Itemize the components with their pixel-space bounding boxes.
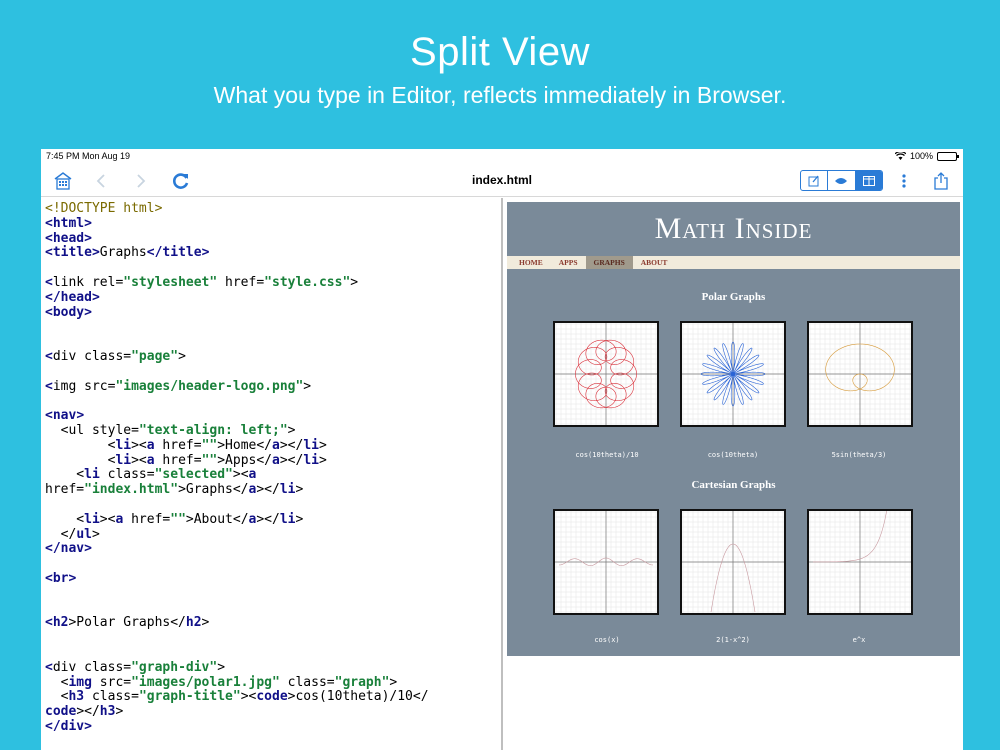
edit-icon [808, 175, 819, 186]
polar-graph-2-title: cos(10theta) [707, 451, 759, 459]
status-bar: 7:45 PM Mon Aug 19 100% [41, 149, 963, 165]
battery-icon [937, 151, 959, 161]
wifi-icon [894, 152, 906, 160]
code-line[interactable] [41, 335, 501, 350]
code-line[interactable]: </head> [41, 290, 501, 306]
code-line[interactable]: code></h3> [41, 704, 501, 720]
polar-section-title: Polar Graphs [701, 291, 766, 303]
code-line[interactable] [41, 365, 501, 380]
code-line[interactable]: <!DOCTYPE html> [41, 201, 501, 217]
code-line[interactable] [41, 587, 501, 602]
browser-preview[interactable]: Math Inside HOME APPS GRAPHS ABOUT Polar… [503, 198, 963, 750]
ipad-screen: 7:45 PM Mon Aug 19 100% index.html <!DOC… [41, 149, 963, 750]
share-icon[interactable] [929, 169, 953, 193]
code-line[interactable]: </nav> [41, 541, 501, 557]
code-line[interactable]: <div class="graph-div"> [41, 660, 501, 676]
hero-subtitle: What you type in Editor, reflects immedi… [213, 82, 787, 108]
code-line[interactable]: href="index.html">Graphs</a></li> [41, 482, 501, 498]
site-nav-apps[interactable]: APPS [551, 256, 586, 269]
site-nav-home[interactable]: HOME [511, 256, 551, 269]
polar-graph-2 [680, 321, 786, 427]
code-line[interactable]: <nav> [41, 408, 501, 424]
cartesian-graph-2-title: 2(1-x^2) [716, 636, 750, 644]
code-line[interactable] [41, 631, 501, 646]
eye-icon [835, 177, 848, 184]
code-line[interactable]: <ul style="text-align: left;"> [41, 423, 501, 439]
more-options-icon[interactable] [892, 169, 916, 193]
site-nav: HOME APPS GRAPHS ABOUT [507, 256, 960, 269]
code-line[interactable] [41, 498, 501, 513]
toolbar: index.html [41, 165, 963, 197]
status-time: 7:45 PM Mon Aug 19 [46, 151, 131, 161]
code-line[interactable] [41, 557, 501, 572]
code-line[interactable]: <link rel="stylesheet" href="style.css"> [41, 275, 501, 291]
cartesian-graph-3-title: e^x [852, 636, 866, 644]
code-line[interactable]: <li><a href="">About</a></li> [41, 512, 501, 528]
code-line[interactable]: <h2>Polar Graphs</h2> [41, 615, 501, 631]
code-line[interactable]: <head> [41, 231, 501, 247]
code-line[interactable]: <div class="page"> [41, 349, 501, 365]
code-line[interactable]: <img src="images/header-logo.png"> [41, 379, 501, 395]
cartesian-graph-1 [553, 509, 659, 615]
cartesian-section-title: Cartesian Graphs [691, 479, 776, 491]
code-line[interactable]: <h3 class="graph-title"><code>cos(10thet… [41, 689, 501, 705]
hero-title: Split View [410, 30, 590, 74]
cartesian-graph-1-title: cos(x) [594, 636, 620, 644]
code-line[interactable]: <li><a href="">Apps</a></li> [41, 453, 501, 469]
code-line[interactable]: </ul> [41, 527, 501, 543]
split-view-icon [862, 175, 875, 186]
site-logo: Math Inside [654, 212, 813, 245]
code-line[interactable] [41, 602, 501, 617]
code-line[interactable]: <img src="images/polar1.jpg" class="grap… [41, 675, 501, 691]
code-editor[interactable]: <!DOCTYPE html> <html> <head> <title>Graphs… [41, 198, 501, 750]
polar-graph-1 [553, 321, 659, 427]
site-nav-about[interactable]: ABOUT [633, 256, 676, 269]
polar-graph-3-title: 5sin(theta/3) [831, 451, 887, 459]
code-line[interactable] [41, 320, 501, 335]
code-line[interactable] [41, 394, 501, 409]
browser-mode-button[interactable] [828, 171, 856, 190]
code-line[interactable]: <body> [41, 305, 501, 321]
code-line[interactable]: <html> [41, 216, 501, 232]
code-line[interactable]: <li><a href="">Home</a></li> [41, 438, 501, 454]
site-nav-graphs[interactable]: GRAPHS [585, 256, 633, 269]
polar-graph-3 [807, 321, 913, 427]
polar-graph-1-title: cos(10theta)/10 [575, 451, 639, 459]
rendered-page: Math Inside HOME APPS GRAPHS ABOUT Polar… [507, 202, 960, 656]
cartesian-graph-2 [680, 509, 786, 615]
split-mode-button[interactable] [855, 171, 882, 190]
battery-percent: 100% [909, 151, 933, 161]
code-line[interactable]: <li class="selected"><a [41, 467, 501, 483]
code-line[interactable] [41, 261, 501, 276]
cartesian-graph-3 [807, 509, 913, 615]
view-mode-segmented [800, 170, 883, 191]
code-line[interactable]: <title>Graphs</title> [41, 245, 501, 261]
code-line[interactable]: <br> [41, 571, 501, 587]
code-line[interactable]: </div> [41, 719, 501, 735]
editor-mode-button[interactable] [801, 171, 829, 190]
code-line[interactable] [41, 646, 501, 661]
